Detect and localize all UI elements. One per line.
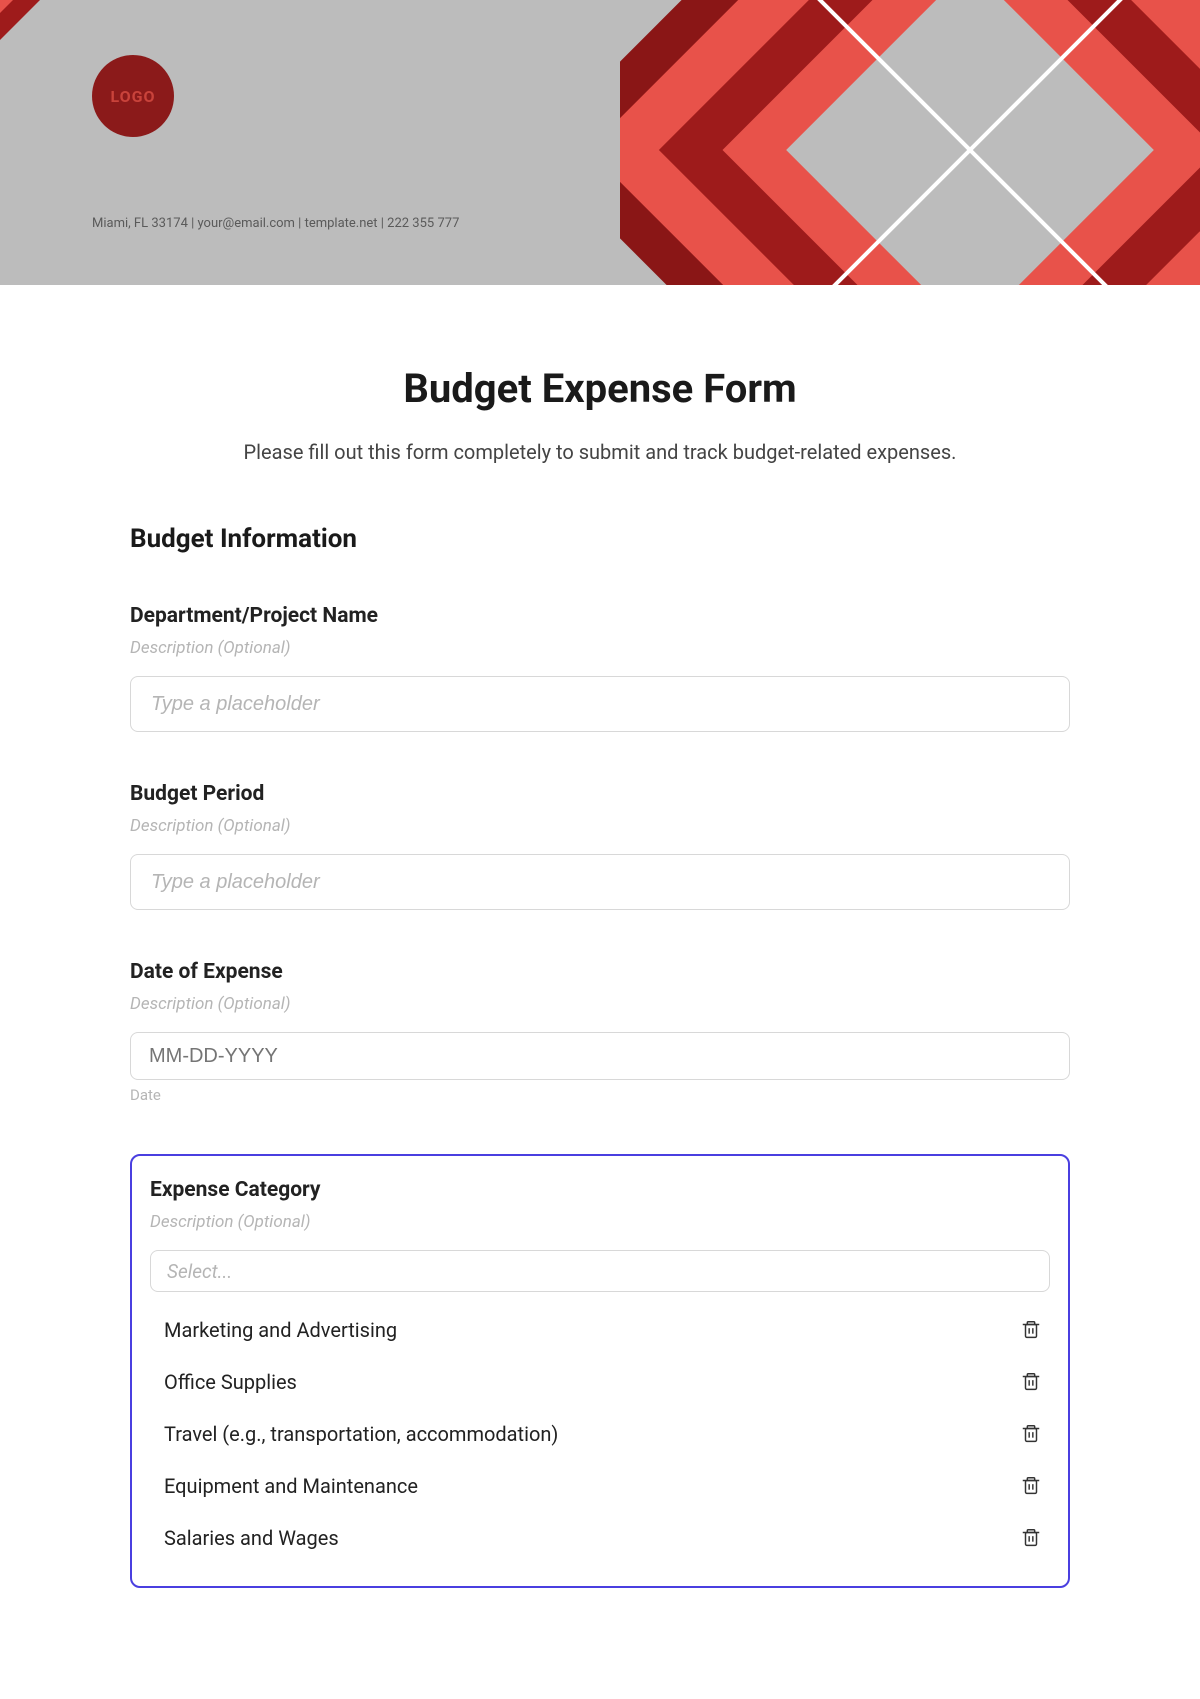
category-option[interactable]: Equipment and Maintenance [150, 1460, 1050, 1512]
decorative-shape-right [620, 0, 1200, 285]
input-budget-period[interactable] [130, 854, 1070, 910]
option-label: Marketing and Advertising [164, 1318, 397, 1342]
category-option[interactable]: Marketing and Advertising [150, 1304, 1050, 1356]
select-category-placeholder: Select... [167, 1260, 232, 1283]
trash-icon[interactable] [1020, 1423, 1042, 1445]
category-option[interactable]: Salaries and Wages [150, 1512, 1050, 1564]
label-budget-period: Budget Period [130, 782, 1070, 806]
section-title-budget-info: Budget Information [130, 524, 1070, 554]
trash-icon[interactable] [1020, 1475, 1042, 1497]
field-budget-period: Budget Period Description (Optional) [130, 782, 1070, 910]
desc-date: Description (Optional) [130, 994, 1070, 1014]
option-label: Salaries and Wages [164, 1526, 339, 1550]
select-category[interactable]: Select... [150, 1250, 1050, 1292]
form-title: Budget Expense Form [130, 365, 1070, 412]
desc-department: Description (Optional) [130, 638, 1070, 658]
option-label: Travel (e.g., transportation, accommodat… [164, 1422, 558, 1446]
label-category: Expense Category [150, 1178, 1050, 1202]
option-label: Equipment and Maintenance [164, 1474, 418, 1498]
form-subtitle: Please fill out this form completely to … [130, 440, 1070, 464]
trash-icon[interactable] [1020, 1371, 1042, 1393]
trash-icon[interactable] [1020, 1527, 1042, 1549]
header-banner: LOGO Miami, FL 33174 | your@email.com | … [0, 0, 1200, 285]
desc-budget-period: Description (Optional) [130, 816, 1070, 836]
input-department[interactable] [130, 676, 1070, 732]
field-date: Date of Expense Description (Optional) D… [130, 960, 1070, 1104]
form-content: Budget Expense Form Please fill out this… [0, 285, 1200, 1628]
contact-line: Miami, FL 33174 | your@email.com | templ… [92, 216, 459, 231]
logo-circle: LOGO [92, 55, 174, 137]
option-label: Office Supplies [164, 1370, 297, 1394]
category-option[interactable]: Travel (e.g., transportation, accommodat… [150, 1408, 1050, 1460]
sublabel-date: Date [130, 1086, 1070, 1104]
field-expense-category[interactable]: Expense Category Description (Optional) … [130, 1154, 1070, 1588]
category-options-list: Marketing and Advertising Office Supplie… [150, 1304, 1050, 1564]
category-option[interactable]: Office Supplies [150, 1356, 1050, 1408]
trash-icon[interactable] [1020, 1319, 1042, 1341]
input-date[interactable] [130, 1032, 1070, 1080]
label-date: Date of Expense [130, 960, 1070, 984]
desc-category: Description (Optional) [150, 1212, 1050, 1232]
field-department: Department/Project Name Description (Opt… [130, 604, 1070, 732]
logo-text: LOGO [110, 87, 155, 106]
label-department: Department/Project Name [130, 604, 1070, 628]
